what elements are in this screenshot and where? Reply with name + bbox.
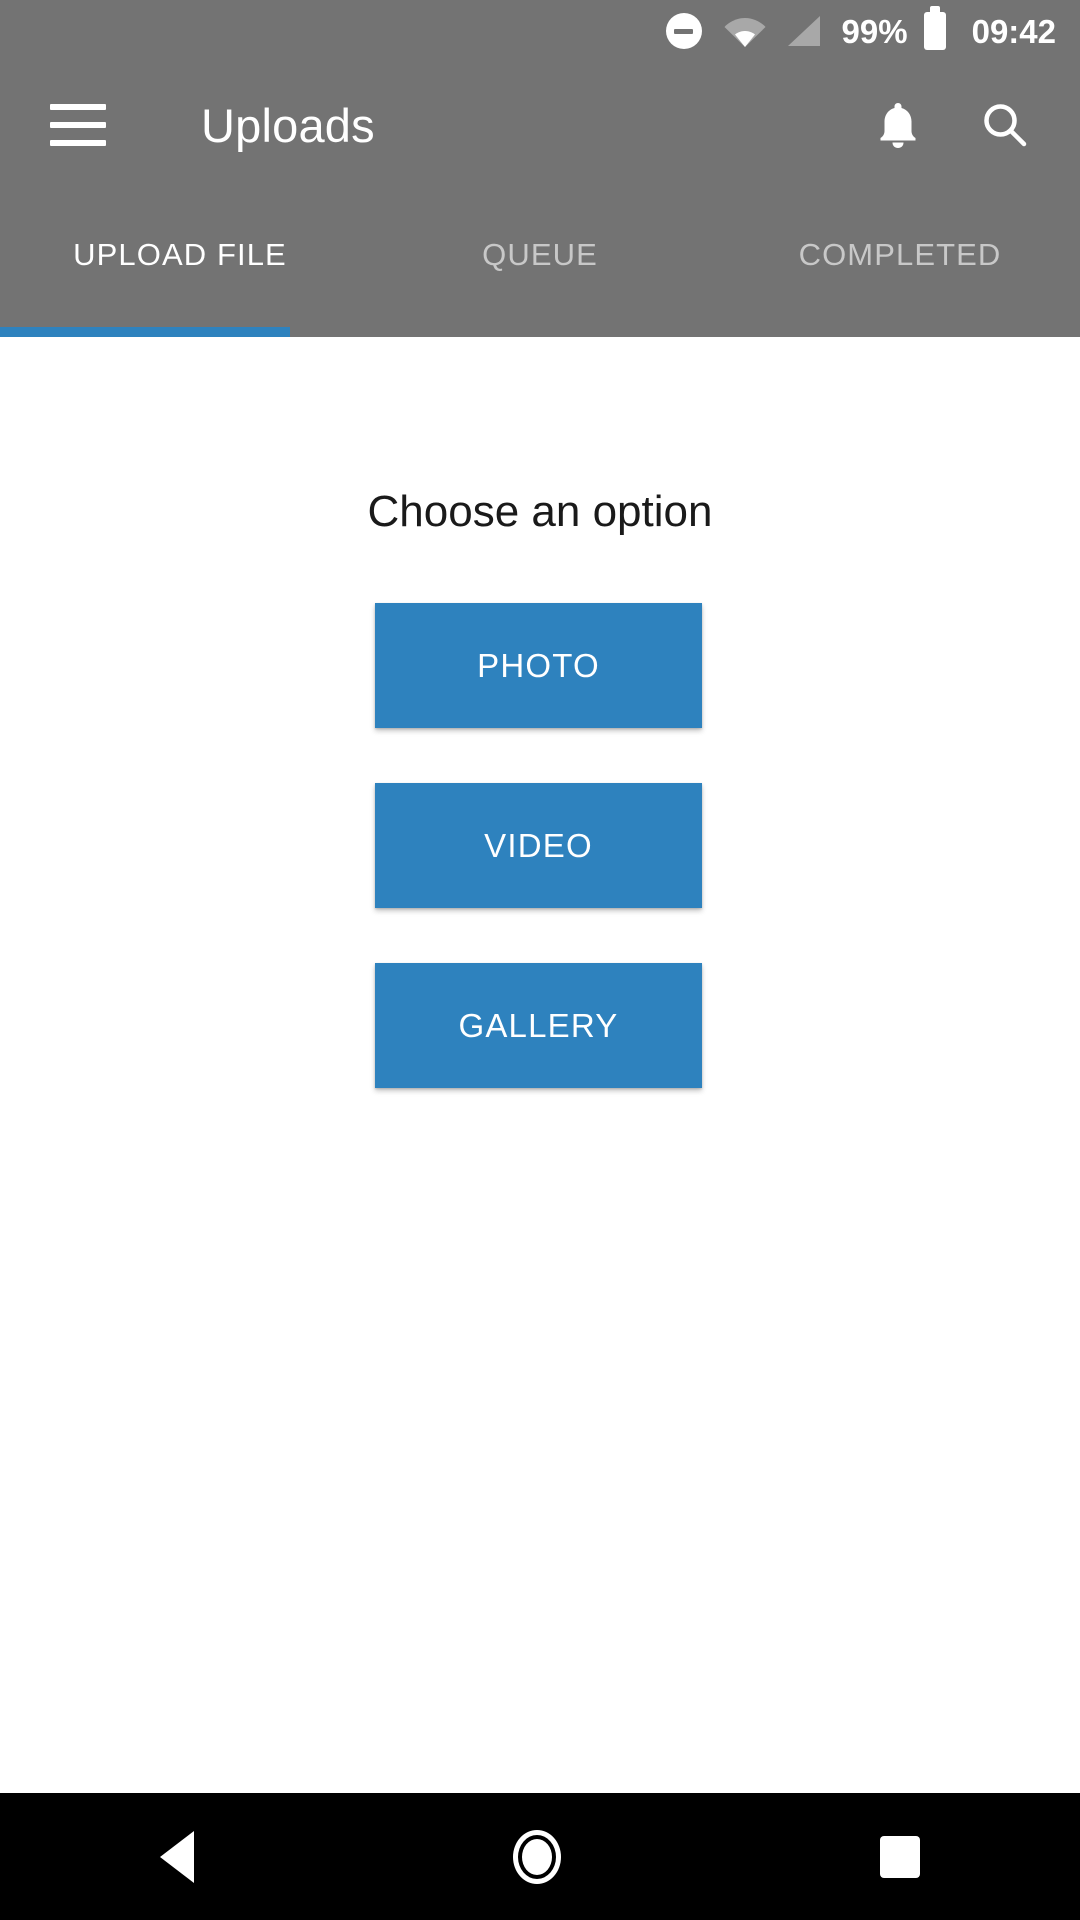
search-icon[interactable] (982, 102, 1028, 148)
android-nav-bar (0, 1793, 1080, 1920)
hamburger-line (50, 140, 106, 146)
battery-percent-label: 99% (841, 12, 908, 50)
tab-label: UPLOAD FILE (73, 236, 287, 272)
tab-label: COMPLETED (798, 236, 1002, 272)
home-circle-icon[interactable] (512, 1829, 561, 1884)
do-not-disturb-bar (674, 28, 694, 34)
choose-option-heading: Choose an option (367, 487, 713, 536)
cell-signal-icon (784, 14, 822, 48)
hamburger-menu-icon[interactable] (50, 104, 106, 146)
status-bar: 99% 09:42 (0, 0, 1080, 62)
back-triangle-icon[interactable] (159, 1830, 194, 1883)
tab-upload-file[interactable]: UPLOAD FILE (0, 188, 360, 337)
tab-queue[interactable]: QUEUE (360, 188, 720, 337)
video-button[interactable]: VIDEO (375, 783, 702, 908)
wifi-icon (724, 14, 766, 48)
tab-bar: UPLOAD FILE QUEUE COMPLETED (0, 188, 1080, 337)
status-bar-clock: 09:42 (971, 12, 1056, 50)
photo-button[interactable]: PHOTO (375, 603, 702, 728)
status-icon-group: 99% 09:42 (665, 12, 1056, 50)
page-title: Uploads (201, 98, 375, 152)
tab-active-indicator (0, 327, 290, 337)
hamburger-line (50, 104, 106, 110)
app-screen: 99% 09:42 Uploads UPLOAD FILE QUEUE COMP… (0, 0, 1080, 1920)
app-bar-actions (876, 101, 1028, 149)
tab-completed[interactable]: COMPLETED (720, 188, 1080, 337)
battery-full-icon (923, 12, 946, 50)
recents-square-icon[interactable] (880, 1835, 921, 1878)
hamburger-line (50, 122, 106, 128)
tab-label: QUEUE (482, 236, 598, 272)
do-not-disturb-icon (665, 13, 702, 49)
app-bar: Uploads (0, 62, 1080, 188)
bell-icon[interactable] (876, 101, 920, 149)
gallery-button[interactable]: GALLERY (375, 963, 702, 1088)
main-content: Choose an option PHOTO VIDEO GALLERY (0, 337, 1080, 1793)
